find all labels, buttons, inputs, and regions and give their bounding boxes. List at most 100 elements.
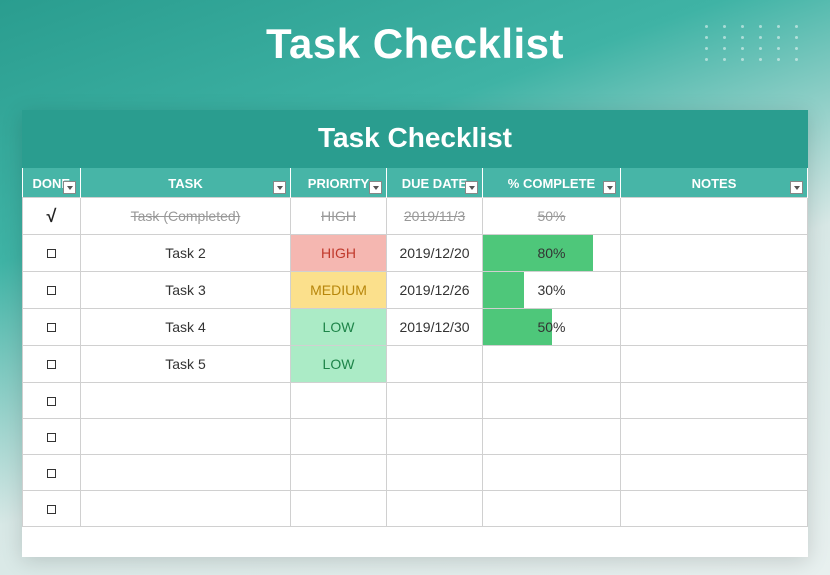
- filter-icon[interactable]: [63, 181, 76, 194]
- cell-notes[interactable]: [621, 383, 808, 419]
- table-row: √ Task (Completed)HIGH2019/11/350%: [23, 198, 808, 235]
- sheet-title: Task Checklist: [22, 110, 808, 168]
- cell-duedate[interactable]: [387, 491, 483, 527]
- cell-priority[interactable]: HIGH: [291, 235, 387, 272]
- header-notes-label: NOTES: [692, 176, 737, 191]
- cell-done[interactable]: [23, 455, 81, 491]
- cell-notes[interactable]: [621, 272, 808, 309]
- cell-priority[interactable]: LOW: [291, 346, 387, 383]
- cell-done[interactable]: [23, 491, 81, 527]
- cell-priority[interactable]: HIGH: [291, 198, 387, 235]
- priority-pill: HIGH: [291, 198, 386, 234]
- progress-label: 50%: [483, 309, 620, 345]
- cell-task[interactable]: Task 3: [81, 272, 291, 309]
- header-task-label: TASK: [168, 176, 202, 191]
- header-row: DONE TASK PRIORITY DUE DATE % COMPLETE N…: [23, 168, 808, 198]
- table-row: [23, 455, 808, 491]
- filter-icon[interactable]: [273, 181, 286, 194]
- cell-duedate[interactable]: 2019/12/26: [387, 272, 483, 309]
- cell-done[interactable]: [23, 272, 81, 309]
- cell-done[interactable]: [23, 309, 81, 346]
- checkbox-empty-icon: [47, 249, 56, 258]
- task-table: DONE TASK PRIORITY DUE DATE % COMPLETE N…: [22, 168, 808, 527]
- cell-notes[interactable]: [621, 455, 808, 491]
- checkbox-empty-icon: [47, 323, 56, 332]
- cell-task[interactable]: Task 4: [81, 309, 291, 346]
- cell-task[interactable]: Task 5: [81, 346, 291, 383]
- header-priority-label: PRIORITY: [308, 176, 369, 191]
- header-notes[interactable]: NOTES: [621, 168, 808, 198]
- cell-complete[interactable]: [483, 455, 621, 491]
- priority-pill: LOW: [291, 346, 386, 382]
- cell-done[interactable]: [23, 346, 81, 383]
- header-priority[interactable]: PRIORITY: [291, 168, 387, 198]
- cell-duedate[interactable]: [387, 455, 483, 491]
- cell-task[interactable]: Task 2: [81, 235, 291, 272]
- cell-complete[interactable]: 50%: [483, 309, 621, 346]
- progress-label: 80%: [483, 235, 620, 271]
- cell-priority[interactable]: LOW: [291, 309, 387, 346]
- header-done[interactable]: DONE: [23, 168, 81, 198]
- cell-duedate[interactable]: 2019/11/3: [387, 198, 483, 235]
- cell-priority[interactable]: [291, 491, 387, 527]
- cell-duedate[interactable]: [387, 383, 483, 419]
- checkbox-empty-icon: [47, 505, 56, 514]
- checkbox-empty-icon: [47, 469, 56, 478]
- cell-duedate[interactable]: 2019/12/20: [387, 235, 483, 272]
- cell-done[interactable]: [23, 235, 81, 272]
- cell-task[interactable]: [81, 419, 291, 455]
- cell-priority[interactable]: MEDIUM: [291, 272, 387, 309]
- progress-bar-wrap: 50%: [483, 309, 620, 345]
- cell-complete[interactable]: [483, 346, 621, 383]
- checkmark-icon: √: [47, 206, 57, 226]
- cell-task[interactable]: [81, 455, 291, 491]
- cell-complete[interactable]: 30%: [483, 272, 621, 309]
- cell-done[interactable]: [23, 383, 81, 419]
- table-row: Task 3MEDIUM2019/12/2630%: [23, 272, 808, 309]
- progress-bar-wrap: 80%: [483, 235, 620, 271]
- cell-notes[interactable]: [621, 419, 808, 455]
- cell-done[interactable]: [23, 419, 81, 455]
- cell-priority[interactable]: [291, 455, 387, 491]
- header-duedate[interactable]: DUE DATE: [387, 168, 483, 198]
- filter-icon[interactable]: [465, 181, 478, 194]
- cell-task[interactable]: [81, 383, 291, 419]
- cell-duedate[interactable]: [387, 346, 483, 383]
- table-row: [23, 419, 808, 455]
- progress-label: 30%: [483, 272, 620, 308]
- priority-pill: HIGH: [291, 235, 386, 271]
- header-complete[interactable]: % COMPLETE: [483, 168, 621, 198]
- header-task[interactable]: TASK: [81, 168, 291, 198]
- table-row: Task 2HIGH2019/12/2080%: [23, 235, 808, 272]
- checkbox-empty-icon: [47, 286, 56, 295]
- cell-complete[interactable]: [483, 383, 621, 419]
- cell-task[interactable]: [81, 491, 291, 527]
- table-row: [23, 491, 808, 527]
- checkbox-empty-icon: [47, 433, 56, 442]
- cell-task[interactable]: Task (Completed): [81, 198, 291, 235]
- cell-complete[interactable]: 80%: [483, 235, 621, 272]
- cell-priority[interactable]: [291, 419, 387, 455]
- priority-pill: MEDIUM: [291, 272, 386, 308]
- cell-notes[interactable]: [621, 198, 808, 235]
- cell-complete[interactable]: 50%: [483, 198, 621, 235]
- cell-priority[interactable]: [291, 383, 387, 419]
- cell-notes[interactable]: [621, 235, 808, 272]
- filter-icon[interactable]: [369, 181, 382, 194]
- cell-duedate[interactable]: [387, 419, 483, 455]
- checkbox-empty-icon: [47, 397, 56, 406]
- cell-notes[interactable]: [621, 346, 808, 383]
- cell-duedate[interactable]: 2019/12/30: [387, 309, 483, 346]
- header-duedate-label: DUE DATE: [402, 176, 467, 191]
- progress-bar-wrap: 30%: [483, 272, 620, 308]
- filter-icon[interactable]: [603, 181, 616, 194]
- spreadsheet-container: Task Checklist DONE TASK PRIORITY DUE DA…: [22, 110, 808, 557]
- filter-icon[interactable]: [790, 181, 803, 194]
- table-row: [23, 383, 808, 419]
- cell-complete[interactable]: [483, 419, 621, 455]
- cell-notes[interactable]: [621, 491, 808, 527]
- table-row: Task 4LOW2019/12/3050%: [23, 309, 808, 346]
- cell-complete[interactable]: [483, 491, 621, 527]
- cell-done[interactable]: √: [23, 198, 81, 235]
- cell-notes[interactable]: [621, 309, 808, 346]
